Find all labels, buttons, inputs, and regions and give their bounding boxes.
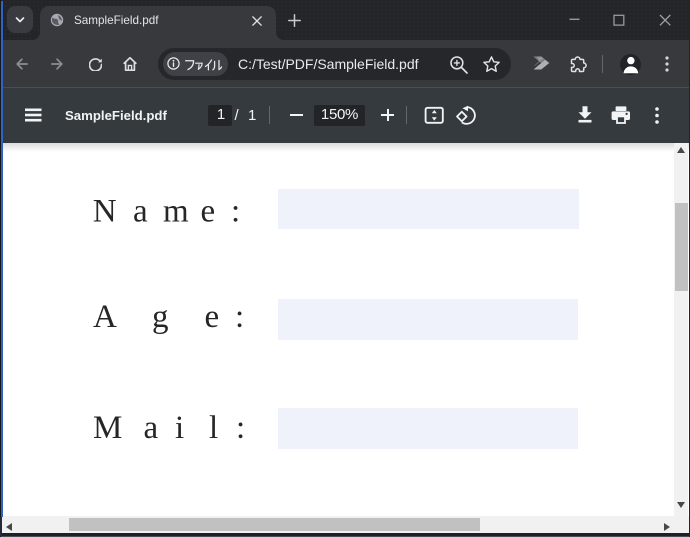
svg-text:m: m <box>163 194 189 230</box>
svg-text:A: A <box>93 299 117 335</box>
svg-text:a: a <box>144 410 159 446</box>
svg-text:g: g <box>152 299 169 335</box>
svg-text::: : <box>235 299 244 335</box>
svg-text:i: i <box>175 410 184 446</box>
svg-text::: : <box>236 410 245 446</box>
svg-text:e: e <box>205 299 220 335</box>
svg-text::: : <box>231 194 240 230</box>
svg-text:M: M <box>93 410 122 446</box>
svg-text:e: e <box>201 194 216 230</box>
svg-text:l: l <box>209 410 218 446</box>
svg-text:N: N <box>93 194 117 230</box>
svg-text:a: a <box>133 194 148 230</box>
